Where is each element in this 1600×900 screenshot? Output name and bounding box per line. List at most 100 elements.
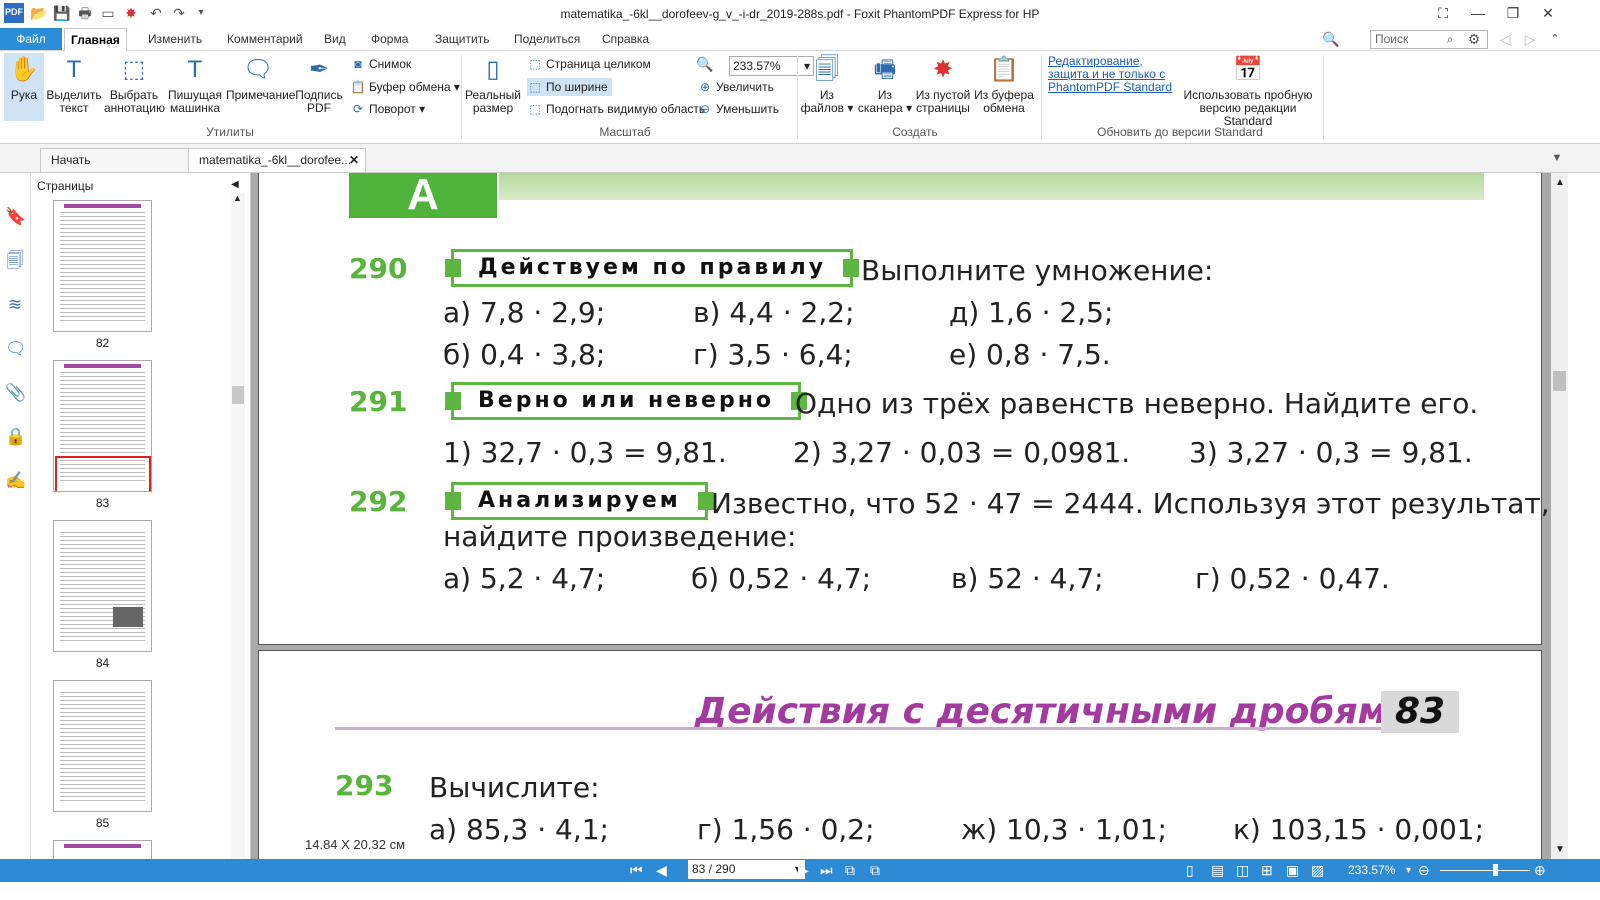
zoom-menu-icon[interactable]: ▾ (1406, 861, 1411, 880)
tab-share[interactable]: Поделиться (508, 28, 586, 50)
facing-icon[interactable]: ◫ (1236, 861, 1249, 880)
pages-icon[interactable]: 🗐 (5, 251, 25, 271)
note-button[interactable]: 🗨 Примечание (226, 53, 295, 102)
tab-protect[interactable]: Защитить (429, 28, 495, 50)
upgrade-link[interactable]: Редактирование, защита и не только с Pha… (1048, 55, 1180, 94)
previous-page-icon[interactable]: ◀ (656, 861, 667, 880)
zoom-in-icon: ⊕ (699, 80, 711, 94)
maximize-button[interactable]: ❐ (1496, 0, 1530, 26)
problem-item: г) 3,5 · 6,4; (693, 338, 853, 371)
problem-item: 1) 32,7 · 0,3 = 9,81. (443, 436, 727, 469)
problem-item: б) 0,4 · 3,8; (443, 338, 606, 371)
hand-icon: ✋ (9, 56, 39, 83)
next-view-icon[interactable]: ⧉ (870, 861, 880, 880)
ribbon: ✋ Рука T Выделить текст ⬚ Выбрать аннота… (0, 51, 1600, 144)
attachment-icon[interactable]: 📎 (5, 383, 26, 403)
actual-size-button[interactable]: ▯ Реальный размер (464, 53, 522, 115)
select-annotation-button[interactable]: ⬚ Выбрать аннотацию (104, 53, 165, 115)
scroll-up-icon[interactable]: ▲ (1555, 177, 1565, 188)
minimize-button[interactable]: — (1461, 0, 1495, 26)
tab-form[interactable]: Форма (365, 28, 414, 50)
zoom-slider[interactable] (1440, 870, 1530, 871)
thumbnail-text (60, 209, 145, 323)
collapse-panel-icon[interactable]: ◀ (231, 179, 239, 190)
fit-width-button[interactable]: ⬚ По ширине (527, 78, 612, 96)
signature-panel-icon[interactable]: ✍ (5, 471, 26, 491)
problem-item: б) 0,52 · 4,7; (691, 562, 872, 595)
window-title: matematika_-6kl__dorofeev-g_v_-i-dr_2019… (560, 7, 1040, 21)
zoom-in-icon[interactable]: ⊕ (1534, 861, 1546, 880)
create-from-files-button[interactable]: 🗐 Из файлов ▾ (800, 53, 854, 115)
security-icon[interactable]: 🔒 (5, 427, 26, 447)
thumbnail-page-85[interactable] (53, 680, 152, 812)
typewriter-button[interactable]: T Пишущая машинка (166, 53, 224, 115)
search-icon[interactable]: ⌕ (1441, 30, 1459, 48)
create-from-scanner-button[interactable]: 🖷 Из сканера ▾ (856, 53, 914, 115)
zoom-in-button[interactable]: ⊕ Увеличить (697, 78, 774, 96)
zoom-out-button[interactable]: ⊖ Уменьшить (697, 100, 779, 118)
create-from-clipboard-button[interactable]: 📋 Из буфера обмена (974, 53, 1034, 115)
collapse-ribbon-icon[interactable]: ⌃ (1546, 30, 1564, 48)
document-scrollbar[interactable]: ▲ ▼ (1551, 173, 1568, 859)
page-number-input[interactable]: 83 / 290 ▾ (688, 860, 805, 879)
visible-area-marker[interactable] (55, 456, 151, 491)
fit-visible-icon: ⬚ (529, 102, 541, 116)
continuous-facing-icon[interactable]: ⊞ (1261, 861, 1273, 880)
thumbnail-page-83[interactable] (53, 360, 152, 492)
scroll-down-icon[interactable]: ▼ (1555, 844, 1565, 855)
tab-edit[interactable]: Изменить (142, 28, 208, 50)
find-icon[interactable]: 🔍 (1322, 30, 1340, 48)
comments-icon[interactable]: 🗨 (5, 339, 27, 359)
tab-help[interactable]: Справка (596, 28, 655, 50)
sign-pdf-button[interactable]: ✒ Подпись PDF (292, 53, 346, 115)
document-view[interactable]: А 290 Действуем по правилу Выполните умн… (251, 173, 1551, 859)
tab-document[interactable]: matematika_-6kl__dorofee... ✕ (188, 148, 366, 172)
tab-comment[interactable]: Комментарий (221, 28, 309, 50)
scroll-thumb[interactable] (232, 386, 244, 404)
tab-start[interactable]: Начать (40, 148, 190, 172)
back-icon[interactable]: ◁ (1496, 30, 1514, 48)
first-page-icon[interactable]: ⏮ (630, 861, 643, 880)
thumbnail-scrollbar[interactable]: ▲ ▼ (231, 193, 245, 869)
trial-standard-button[interactable]: 📅 Использовать пробную версию редакции S… (1178, 53, 1318, 128)
hand-tool-button[interactable]: ✋ Рука (4, 53, 44, 121)
thumbnail-page-82[interactable] (53, 200, 152, 332)
layers-icon[interactable]: ≋ (5, 295, 25, 315)
rotate-icon: ⟳ (352, 102, 364, 116)
previous-view-icon[interactable]: ⧉ (845, 861, 855, 880)
next-page-icon[interactable]: ▶ (798, 861, 809, 880)
settings-icon[interactable]: ⚙ (1465, 30, 1483, 48)
last-page-icon[interactable]: ⏭ (820, 861, 833, 880)
snapshot-button[interactable]: ◙ Снимок (350, 55, 411, 73)
scroll-up-icon[interactable]: ▲ (233, 193, 242, 203)
tab-home[interactable]: Главная (64, 28, 127, 51)
fullscreen-icon[interactable]: ⛶ (1426, 0, 1460, 26)
tab-file[interactable]: Файл (0, 28, 62, 50)
fullscreen-view-icon[interactable]: ▨ (1311, 861, 1324, 880)
zoom-out-icon[interactable]: ⊖ (1418, 861, 1430, 880)
fit-visible-button[interactable]: ⬚ Подогнать видимую область (527, 100, 705, 118)
scroll-thumb[interactable] (1553, 371, 1566, 391)
thumbnail-header (64, 204, 141, 208)
create-blank-button[interactable]: ✸ Из пустой страницы (914, 53, 972, 115)
zoom-slider-handle[interactable] (1493, 864, 1498, 876)
thumbnail-header (64, 364, 141, 368)
select-text-button[interactable]: T Выделить текст (46, 53, 102, 115)
tab-list-icon[interactable]: ▼ (1548, 149, 1566, 167)
problem-item: в) 52 · 4,7; (951, 562, 1104, 595)
fit-page-button[interactable]: ⬚ Страница целиком (527, 55, 650, 73)
thumbnail-page-84[interactable] (53, 520, 152, 652)
separator (461, 55, 462, 139)
tab-view[interactable]: Вид (318, 28, 352, 50)
thumbnail-label: 84 (95, 656, 110, 670)
forward-icon[interactable]: ▷ (1521, 30, 1539, 48)
pdf-page-83: Действия с десятичными дробями 83 293 Вы… (258, 650, 1542, 859)
single-page-icon[interactable]: ▯ (1186, 861, 1194, 880)
close-button[interactable]: ✕ (1531, 0, 1565, 26)
bookmark-icon[interactable]: 🔖 (5, 207, 26, 227)
rotate-button[interactable]: ⟳ Поворот ▾ (350, 100, 425, 118)
close-tab-icon[interactable]: ✕ (349, 149, 359, 172)
reflow-icon[interactable]: ▣ (1286, 861, 1299, 880)
clipboard-button[interactable]: 📋 Буфер обмена ▾ (350, 78, 460, 96)
continuous-icon[interactable]: ▤ (1211, 861, 1224, 880)
